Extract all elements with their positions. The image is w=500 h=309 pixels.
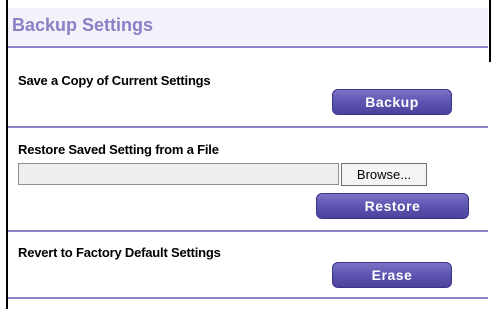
section-divider	[8, 297, 488, 299]
panel-scroll-edge	[489, 0, 491, 62]
backup-section-label: Save a Copy of Current Settings	[18, 73, 211, 88]
page-title: Backup Settings	[12, 15, 154, 35]
file-path-input[interactable]	[18, 163, 339, 185]
section-divider	[8, 126, 488, 128]
section-divider	[8, 230, 488, 232]
restore-button[interactable]: Restore	[316, 193, 469, 219]
erase-button[interactable]: Erase	[332, 262, 452, 288]
erase-section-label: Revert to Factory Default Settings	[18, 245, 221, 260]
section-divider	[8, 46, 488, 48]
browse-button[interactable]: Browse...	[341, 163, 427, 186]
restore-section-label: Restore Saved Setting from a File	[18, 142, 219, 157]
backup-button[interactable]: Backup	[332, 89, 452, 115]
